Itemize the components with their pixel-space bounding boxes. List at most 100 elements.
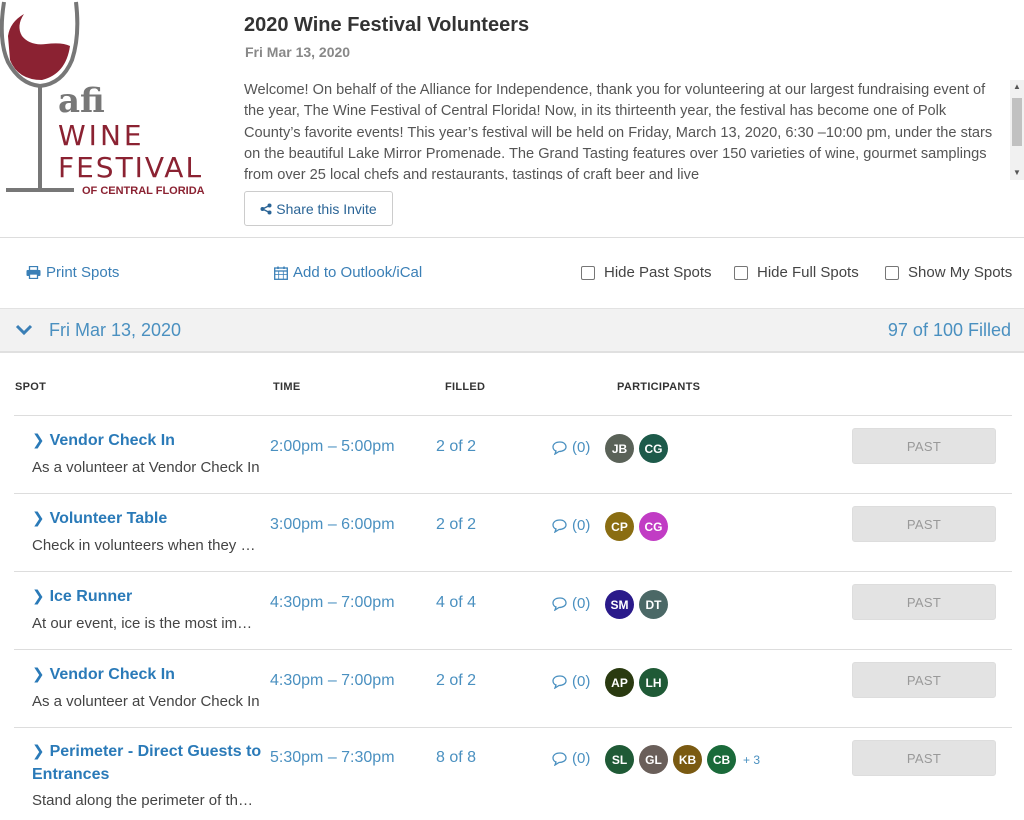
spot-comments-link[interactable]: (0) xyxy=(552,750,590,767)
share-invite-button[interactable]: Share this Invite xyxy=(244,191,393,226)
spot-filled: 4 of 4 xyxy=(436,594,477,611)
logo-wine-text: WINE xyxy=(58,119,145,152)
spot-title: Vendor Check In xyxy=(49,432,175,449)
print-spots-label: Print Spots xyxy=(46,264,120,281)
logo-afi-text: afi xyxy=(58,81,105,121)
share-invite-label: Share this Invite xyxy=(276,200,377,217)
chevron-down-icon[interactable] xyxy=(15,323,33,337)
header-divider xyxy=(0,237,1024,238)
past-status-button: PAST xyxy=(852,428,996,464)
spot-comments-link[interactable]: (0) xyxy=(552,673,590,690)
avatar[interactable]: JB xyxy=(605,434,634,463)
spot-title: Vendor Check In xyxy=(49,666,175,683)
spot-title-link[interactable]: ❯ Perimeter - Direct Guests to Entrances xyxy=(32,740,262,786)
avatar[interactable]: LH xyxy=(639,668,668,697)
spot-title: Perimeter - Direct Guests to Entrances xyxy=(32,743,262,783)
print-icon xyxy=(26,266,41,279)
comment-count: (0) xyxy=(572,595,591,612)
column-header-time: TIME xyxy=(273,381,301,393)
spot-description: As a volunteer at Vendor Check In xyxy=(32,693,260,710)
spot-title-link[interactable]: ❯ Ice Runner xyxy=(32,585,132,608)
hide-full-checkbox-box[interactable] xyxy=(734,265,748,280)
spot-description: Stand along the perimeter of the event xyxy=(32,792,260,809)
table-row: ❯ Vendor Check In As a volunteer at Vendo… xyxy=(14,649,1012,727)
avatar[interactable]: SM xyxy=(605,590,634,619)
spot-title: Ice Runner xyxy=(49,588,133,605)
avatar[interactable]: CG xyxy=(639,434,668,463)
table-row: ❯ Vendor Check In As a volunteer at Vendo… xyxy=(14,415,1012,493)
spot-filled: 2 of 2 xyxy=(436,516,477,533)
spot-description: At our event, ice is the most important xyxy=(32,615,260,632)
spot-comments-link[interactable]: (0) xyxy=(552,595,590,612)
show-mine-checkbox-box[interactable] xyxy=(885,265,899,280)
spot-time: 3:00pm – 6:00pm xyxy=(270,516,395,533)
comment-count: (0) xyxy=(572,673,591,690)
logo-festival-text: FESTIVAL xyxy=(58,151,203,184)
print-spots-link[interactable]: Print Spots xyxy=(26,264,119,281)
comments-icon xyxy=(552,751,567,766)
avatar[interactable]: AP xyxy=(605,668,634,697)
scroll-up-icon[interactable]: ▲ xyxy=(1010,80,1024,94)
share-icon xyxy=(260,203,272,214)
chevron-right-icon: ❯ xyxy=(32,432,45,449)
avatar[interactable]: DT xyxy=(639,590,668,619)
participant-list: SL GL KB CB + 3 xyxy=(605,745,760,774)
hide-past-spots-label: Hide Past Spots xyxy=(604,264,712,281)
table-row: ❯ Perimeter - Direct Guests to Entrances … xyxy=(14,727,1012,820)
avatar[interactable]: CP xyxy=(605,512,634,541)
add-to-calendar-label: Add to Outlook/iCal xyxy=(293,264,423,281)
spot-filled: 2 of 2 xyxy=(436,438,477,455)
wine-festival-logo: afi WINE FESTIVAL OF CENTRAL FLORIDA xyxy=(0,0,235,200)
past-status-button: PAST xyxy=(852,740,996,776)
hide-full-spots-checkbox[interactable]: Hide Full Spots xyxy=(734,264,859,281)
more-participants-count[interactable]: + 3 xyxy=(743,753,760,767)
comments-icon xyxy=(552,596,567,611)
scroll-down-icon[interactable]: ▼ xyxy=(1010,166,1024,180)
scrollbar-thumb[interactable] xyxy=(1012,98,1022,146)
hide-past-checkbox-box[interactable] xyxy=(581,265,595,280)
avatar[interactable]: CG xyxy=(639,512,668,541)
spot-time: 4:30pm – 7:00pm xyxy=(270,594,395,611)
add-to-calendar-link[interactable]: Add to Outlook/iCal xyxy=(274,264,422,281)
date-group-header[interactable]: Fri Mar 13, 2020 97 of 100 Filled xyxy=(0,308,1024,353)
show-my-spots-checkbox[interactable]: Show My Spots xyxy=(885,264,1012,281)
column-header-spot: SPOT xyxy=(15,381,47,393)
logo-subtitle-text: OF CENTRAL FLORIDA xyxy=(82,185,205,197)
spot-time: 5:30pm – 7:30pm xyxy=(270,749,395,766)
calendar-icon xyxy=(274,266,288,280)
chevron-right-icon: ❯ xyxy=(32,743,45,760)
show-my-spots-label: Show My Spots xyxy=(908,264,1013,281)
table-row: ❯ Ice Runner At our event, ice is the mos… xyxy=(14,571,1012,649)
spot-time: 2:00pm – 5:00pm xyxy=(270,438,395,455)
spot-title-link[interactable]: ❯ Vendor Check In xyxy=(32,429,175,452)
avatar[interactable]: GL xyxy=(639,745,668,774)
past-status-button: PAST xyxy=(852,662,996,698)
avatar[interactable]: SL xyxy=(605,745,634,774)
participant-list: SM DT xyxy=(605,590,668,619)
spot-title-link[interactable]: ❯ Vendor Check In xyxy=(32,663,175,686)
spot-filled: 8 of 8 xyxy=(436,749,477,766)
participant-list: CP CG xyxy=(605,512,668,541)
spot-filled: 2 of 2 xyxy=(436,672,477,689)
past-status-button: PAST xyxy=(852,506,996,542)
hide-full-spots-label: Hide Full Spots xyxy=(757,264,859,281)
event-title: 2020 Wine Festival Volunteers xyxy=(244,14,530,36)
avatar[interactable]: KB xyxy=(673,745,702,774)
participant-list: JB CG xyxy=(605,434,668,463)
spot-time: 4:30pm – 7:00pm xyxy=(270,672,395,689)
hide-past-spots-checkbox[interactable]: Hide Past Spots xyxy=(581,264,712,281)
spot-comments-link[interactable]: (0) xyxy=(552,439,590,456)
avatar[interactable]: CB xyxy=(707,745,736,774)
spot-comments-link[interactable]: (0) xyxy=(552,517,590,534)
event-date: Fri Mar 13, 2020 xyxy=(245,44,351,60)
comments-icon xyxy=(552,440,567,455)
spot-title-link[interactable]: ❯ Volunteer Table xyxy=(32,507,167,530)
column-header-filled: FILLED xyxy=(445,381,486,393)
chevron-right-icon: ❯ xyxy=(32,510,45,527)
chevron-right-icon: ❯ xyxy=(32,588,45,605)
comments-icon xyxy=(552,518,567,533)
event-description-box[interactable]: Welcome! On behalf of the Alliance for I… xyxy=(244,80,1024,180)
participant-list: AP LH xyxy=(605,668,668,697)
description-scrollbar[interactable]: ▲ ▼ xyxy=(1010,80,1024,180)
table-row: ❯ Volunteer Table Check in volunteers whe… xyxy=(14,493,1012,571)
